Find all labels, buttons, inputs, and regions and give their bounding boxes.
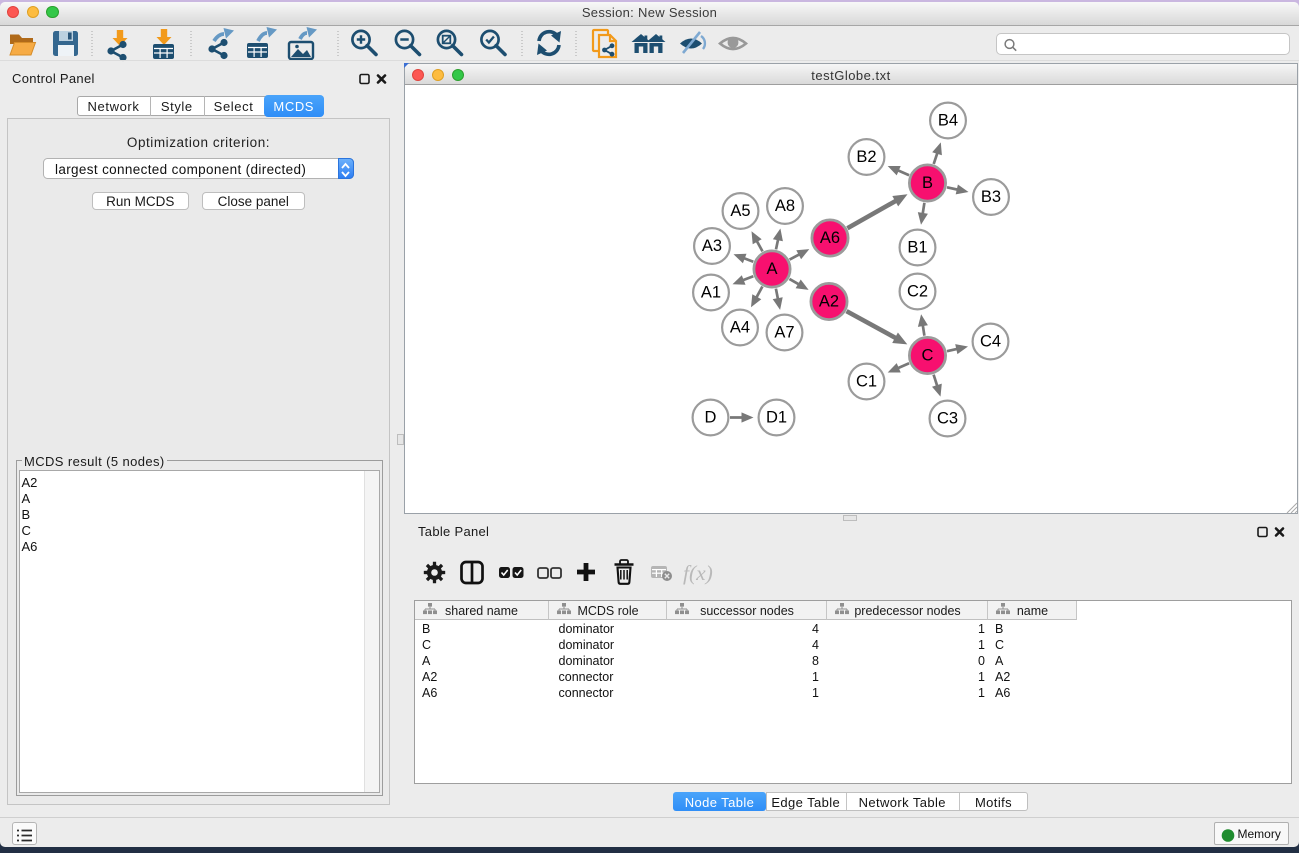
svg-text:A4: A4 bbox=[730, 319, 750, 337]
svg-text:C4: C4 bbox=[980, 333, 1001, 351]
svg-text:A6: A6 bbox=[820, 229, 840, 247]
svg-text:A2: A2 bbox=[819, 293, 839, 311]
svg-text:D1: D1 bbox=[766, 409, 787, 427]
svg-text:C: C bbox=[922, 347, 934, 365]
svg-text:A3: A3 bbox=[702, 237, 722, 255]
svg-text:B1: B1 bbox=[907, 239, 927, 257]
svg-text:f(x): f(x) bbox=[683, 561, 713, 585]
svg-text:A7: A7 bbox=[774, 324, 794, 342]
svg-text:C3: C3 bbox=[937, 410, 958, 428]
svg-text:A8: A8 bbox=[775, 197, 795, 215]
svg-text:C2: C2 bbox=[907, 283, 928, 301]
svg-text:A: A bbox=[766, 260, 777, 278]
svg-text:A1: A1 bbox=[701, 284, 721, 302]
svg-text:D: D bbox=[705, 409, 717, 427]
svg-text:B2: B2 bbox=[856, 148, 876, 166]
svg-text:A5: A5 bbox=[730, 202, 750, 220]
svg-text:B4: B4 bbox=[938, 112, 958, 130]
svg-text:B: B bbox=[922, 174, 933, 192]
svg-text:C1: C1 bbox=[856, 373, 877, 391]
svg-text:B3: B3 bbox=[981, 188, 1001, 206]
